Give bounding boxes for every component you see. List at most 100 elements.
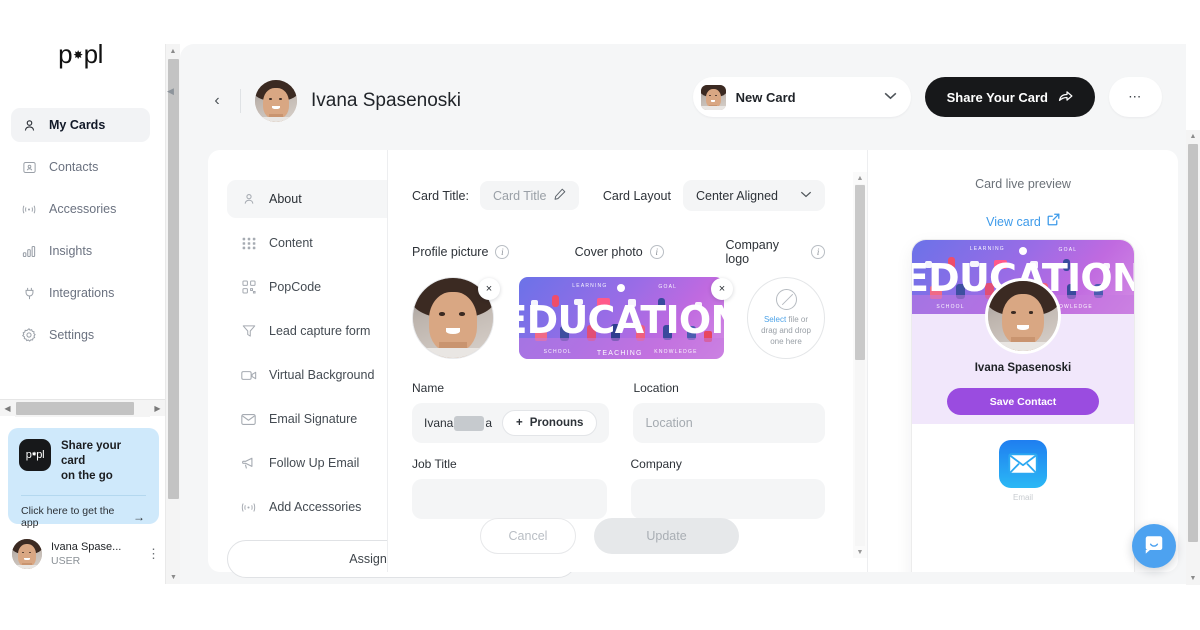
sidebar-horizontal-scrollbar[interactable]: ◀ ▶	[0, 399, 165, 417]
form-scroll-thumb[interactable]	[855, 185, 865, 360]
company-logo-dropzone[interactable]: Select file or drag and drop one here	[747, 277, 825, 359]
save-contact-button[interactable]: Save Contact	[947, 388, 1099, 415]
sidebar-item-insights[interactable]: Insights	[11, 234, 150, 268]
cover-photo-upload[interactable]: LEARNING GOAL DUCATIO SCHOOL TEACHING KN…	[519, 277, 733, 359]
vscroll-thumb[interactable]	[1188, 144, 1198, 542]
email-link-label: Email	[1012, 493, 1033, 502]
profile-picture-label-group: Profile picture i	[412, 238, 575, 266]
tab-label: Follow Up Email	[269, 456, 360, 470]
about-form: Card Title: Card Title Card Layout Cente…	[388, 150, 849, 572]
scroll-down-arrow-icon[interactable]: ▼	[853, 546, 867, 558]
scroll-up-arrow-icon[interactable]: ▲	[853, 172, 867, 184]
no-image-icon	[775, 289, 797, 310]
update-button[interactable]: Update	[594, 518, 739, 554]
scroll-up-arrow-icon[interactable]: ▲	[1186, 130, 1200, 143]
scroll-right-arrow-icon[interactable]: ▶	[150, 400, 165, 417]
sidebar-collapse-icon[interactable]: ◀	[164, 85, 177, 98]
sidebar-item-accessories[interactable]: Accessories	[11, 192, 150, 226]
badge-asterisk: ✸	[31, 452, 37, 458]
card-layout-value: Center Aligned	[695, 188, 778, 203]
external-link-icon	[1047, 213, 1060, 231]
sidebar-item-contacts[interactable]: Contacts	[11, 150, 150, 184]
add-pronouns-button[interactable]: + Pronouns	[502, 410, 598, 436]
scroll-down-arrow-icon[interactable]: ▼	[166, 570, 181, 584]
card-title-placeholder: Card Title	[492, 188, 547, 203]
sidebar-item-integrations[interactable]: Integrations	[11, 276, 150, 310]
promo-title-line2: on the go	[61, 470, 113, 482]
profile-picture-label: Profile picture	[412, 245, 489, 259]
cover-caption-learning: LEARNING	[969, 245, 1005, 252]
bar-chart-icon	[21, 243, 37, 259]
promo-card[interactable]: p ✸ pl Share your card on the go Click her…	[8, 428, 159, 529]
scroll-left-arrow-icon[interactable]: ◀	[0, 400, 15, 417]
promo-title-line1: Share your card	[61, 440, 122, 467]
job-title-label: Job Title	[412, 457, 457, 471]
info-icon[interactable]: i	[811, 245, 825, 259]
media-row: × LEARNING GOAL DUCATIO SCHOOL TEACHING …	[412, 277, 825, 359]
more-options-button[interactable]: ⋯	[1109, 77, 1162, 117]
user-menu-kebab-icon[interactable]: ⋮	[147, 546, 160, 562]
name-input[interactable]: Ivana a + Pronouns	[412, 403, 610, 443]
avatar	[12, 539, 42, 569]
topbar: ‹ Ivana Spasenoski New Card Share Your C…	[180, 44, 1186, 150]
name-location-row: Name Ivana a + Pronouns Location Locatio…	[412, 381, 825, 443]
location-field-group: Location Location	[633, 381, 825, 443]
card-layout-select[interactable]: Center Aligned	[682, 180, 825, 211]
cover-caption-goal: GOAL	[658, 284, 678, 291]
page-vertical-scrollbar-right[interactable]: ▲ ▼	[1186, 130, 1200, 585]
preview-title: Card live preview	[975, 177, 1071, 191]
vscroll-thumb[interactable]	[168, 59, 179, 499]
brand-logo[interactable]: p ✸ pl	[0, 0, 161, 108]
job-title-input[interactable]	[412, 479, 607, 519]
sidebar-item-settings[interactable]: Settings	[11, 318, 150, 352]
brand-asterisk-icon: ✸	[73, 47, 83, 62]
phone-preview: LEARNING GOAL SCHOOL KNOWLEDGE Ivana Spa…	[912, 240, 1134, 572]
email-link-icon[interactable]	[999, 440, 1047, 488]
remove-cover-photo-icon[interactable]: ×	[711, 278, 733, 300]
sidebar-item-my-cards[interactable]: My Cards	[11, 108, 150, 142]
promo-get-app-link[interactable]: Click here to get the app →	[19, 496, 148, 529]
cancel-button[interactable]: Cancel	[480, 518, 576, 554]
promo-link-label: Click here to get the app	[21, 505, 115, 529]
chat-bubble-icon	[1143, 533, 1165, 560]
hscroll-thumb[interactable]	[16, 401, 134, 415]
name-field-group: Name Ivana a + Pronouns	[412, 381, 610, 443]
page-vertical-scrollbar-left[interactable]: ▲ ▼	[165, 44, 180, 584]
share-your-card-button[interactable]: Share Your Card	[924, 77, 1095, 117]
sidebar-user-role: USER	[51, 555, 81, 567]
contacts-icon	[21, 159, 37, 175]
pencil-icon[interactable]	[554, 187, 566, 205]
main-content: ‹ Ivana Spasenoski New Card Share Your C…	[180, 44, 1186, 584]
company-input[interactable]	[630, 479, 825, 519]
dropzone-text-3: one here	[770, 337, 802, 346]
card-preview-panel: Card live preview View card LEARNING GOA…	[867, 150, 1178, 572]
back-button[interactable]: ‹	[208, 92, 226, 110]
sidebar-item-label: Insights	[49, 244, 93, 258]
card-selector-value: New Card	[735, 89, 796, 105]
person-icon	[240, 192, 257, 206]
card-layout-row: Card Layout Center Aligned	[603, 180, 825, 211]
dropzone-select-link[interactable]: Select	[764, 315, 786, 324]
preview-card-name: Ivana Spasenoski	[974, 362, 1072, 374]
card-selector-dropdown[interactable]: New Card	[692, 77, 911, 117]
scroll-up-arrow-icon[interactable]: ▲	[166, 44, 180, 58]
info-icon[interactable]: i	[495, 245, 510, 259]
card-title-input[interactable]: Card Title	[479, 181, 580, 210]
profile-picture-upload[interactable]: ×	[412, 277, 500, 359]
sidebar-user-row[interactable]: Ivana Spase... USER ⋮	[12, 539, 160, 569]
remove-profile-picture-icon[interactable]: ×	[478, 278, 500, 300]
hscroll-track[interactable]	[15, 399, 150, 417]
tab-label: Lead capture form	[269, 324, 371, 338]
topbar-divider	[240, 89, 241, 113]
info-icon[interactable]: i	[649, 245, 664, 259]
name-value-suffix: a	[485, 416, 493, 430]
sidebar-item-label: Integrations	[49, 286, 115, 300]
location-input[interactable]: Location	[633, 403, 825, 443]
cover-caption-learning: LEARNING	[572, 282, 608, 289]
scroll-down-arrow-icon[interactable]: ▼	[1186, 572, 1200, 585]
plus-icon: +	[516, 417, 523, 429]
view-card-link[interactable]: View card	[868, 213, 1178, 231]
chat-bubble-button[interactable]	[1132, 524, 1176, 568]
form-vertical-scrollbar[interactable]: ▲ ▼	[853, 172, 867, 558]
card-layout-label: Card Layout	[602, 188, 671, 203]
